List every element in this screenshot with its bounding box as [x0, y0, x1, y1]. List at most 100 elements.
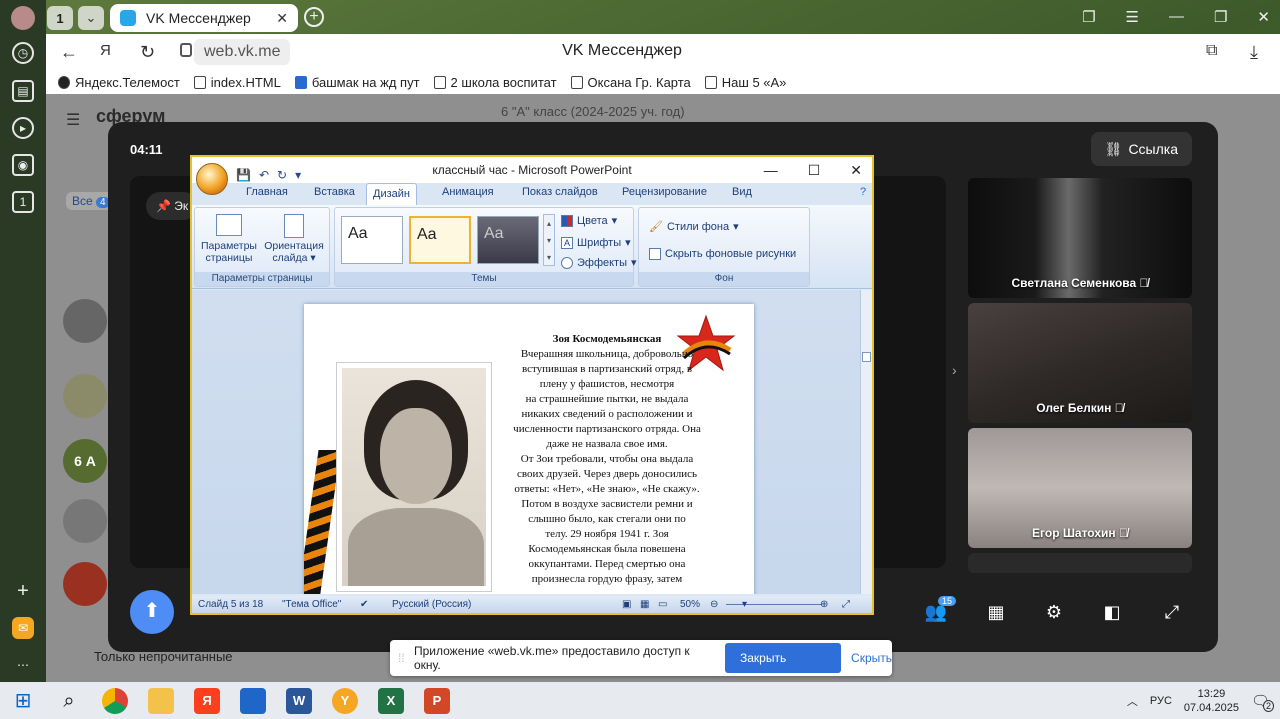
- normal-view-icon[interactable]: ▣: [622, 599, 631, 610]
- minimize-icon[interactable]: —: [1169, 8, 1184, 26]
- language[interactable]: Русский (Россия): [392, 599, 471, 610]
- hide-background-checkbox[interactable]: Скрыть фоновые рисунки: [649, 248, 796, 260]
- menu-icon[interactable]: ☰: [66, 110, 80, 130]
- yandex-icon[interactable]: Я: [100, 42, 111, 59]
- tab-design[interactable]: Дизайн: [366, 183, 417, 205]
- powerpoint-icon[interactable]: P: [424, 688, 450, 714]
- collections-icon[interactable]: ▤: [12, 80, 34, 102]
- back-icon[interactable]: ←: [60, 42, 78, 63]
- tab-animation[interactable]: Анимация: [442, 186, 494, 198]
- theme-item-selected[interactable]: Aa: [409, 216, 471, 264]
- bookmark-item[interactable]: башмак на жд пут: [294, 75, 420, 90]
- zoom-level[interactable]: 50%: [680, 599, 700, 610]
- chat-avatar[interactable]: [63, 499, 107, 543]
- hide-notification-button[interactable]: Скрыть: [851, 651, 892, 665]
- slide[interactable]: Зоя Космодемьянская Вчерашняя школьница,…: [304, 304, 754, 594]
- effects-button[interactable]: Эффекты ▾: [561, 256, 637, 269]
- drag-handle-icon[interactable]: ⁞⁞: [398, 651, 405, 665]
- slideshow-view-icon[interactable]: ▭: [658, 599, 667, 610]
- close-tab-icon[interactable]: ✕: [276, 10, 288, 27]
- fullscreen-icon[interactable]: ⤢: [1158, 598, 1186, 626]
- minimize-icon[interactable]: —: [764, 157, 778, 183]
- zoom-slider-thumb[interactable]: ▾: [742, 599, 747, 610]
- help-icon[interactable]: ?: [860, 186, 866, 198]
- bookmark-panel-icon[interactable]: ❐: [1082, 8, 1095, 26]
- link-button[interactable]: ⛓ Ссылка: [1090, 132, 1192, 166]
- history-icon[interactable]: ◷: [12, 42, 34, 64]
- add-icon[interactable]: +: [12, 580, 34, 602]
- address-bar[interactable]: web.vk.me VK Мессенджер: [172, 39, 1232, 65]
- extensions-icon[interactable]: ⧉: [1206, 42, 1217, 60]
- screen-share-button[interactable]: ⬆: [130, 590, 174, 634]
- camera-icon[interactable]: ◉: [12, 154, 34, 176]
- background-styles-button[interactable]: 🖌 Стили фона ▾: [649, 220, 739, 234]
- zoom-in-icon[interactable]: ⊕: [820, 599, 828, 610]
- chevron-down-icon[interactable]: ⌄: [78, 6, 104, 30]
- bookmark-item[interactable]: 2 школа воспитат: [433, 75, 557, 90]
- tab-view[interactable]: Вид: [732, 186, 752, 198]
- clock[interactable]: 13:29 07.04.2025: [1184, 687, 1239, 715]
- zoom-slider[interactable]: [726, 604, 822, 605]
- settings-icon[interactable]: ⚙: [1040, 598, 1068, 626]
- theme-item[interactable]: Aa: [341, 216, 403, 264]
- search-icon[interactable]: ⌕: [56, 688, 82, 714]
- scroll-thumb[interactable]: [862, 352, 871, 362]
- excel-icon[interactable]: X: [378, 688, 404, 714]
- more-icon[interactable]: ⋯: [12, 654, 34, 676]
- close-icon[interactable]: ✕: [1257, 8, 1270, 26]
- profile-avatar[interactable]: [11, 6, 35, 30]
- pip-icon[interactable]: ◧: [1098, 598, 1126, 626]
- tab-slideshow[interactable]: Показ слайдов: [522, 186, 598, 198]
- stop-sharing-button[interactable]: Закрыть доступ: [725, 643, 842, 695]
- participant-tile[interactable]: [968, 553, 1192, 573]
- bookmark-item[interactable]: Оксана Гр. Карта: [570, 75, 691, 90]
- chat-avatar[interactable]: [63, 299, 107, 343]
- participant-tile[interactable]: Светлана Семенкова 🎙̸: [968, 178, 1192, 298]
- chat-avatar[interactable]: 6 А: [63, 439, 107, 483]
- tray-overflow-icon[interactable]: ︿: [1127, 693, 1138, 709]
- fit-window-icon[interactable]: ⤢: [842, 599, 850, 610]
- bookmark-item[interactable]: Наш 5 «А»: [704, 75, 786, 90]
- play-icon[interactable]: ▸: [12, 117, 34, 139]
- tab-review[interactable]: Рецензирование: [622, 186, 707, 198]
- tab-vk[interactable]: VK Мессенджер ✕: [110, 4, 298, 32]
- sorter-view-icon[interactable]: ▦: [640, 599, 649, 610]
- notifications-icon[interactable]: 🗨 2: [1251, 692, 1274, 712]
- spellcheck-icon[interactable]: ✔: [360, 599, 368, 610]
- store-icon[interactable]: [240, 688, 266, 714]
- new-tab-icon[interactable]: +: [304, 7, 324, 27]
- download-icon[interactable]: ⤓: [1250, 42, 1258, 63]
- maximize-icon[interactable]: ☐: [808, 157, 821, 183]
- vertical-scrollbar[interactable]: [860, 290, 872, 594]
- page-setup-button[interactable]: Параметры страницы: [199, 214, 259, 264]
- tab-counter[interactable]: 1: [47, 6, 73, 30]
- participant-tile[interactable]: Егор Шатохин 🎙̸: [968, 428, 1192, 548]
- chat-avatar[interactable]: [63, 374, 107, 418]
- reload-icon[interactable]: ↻: [140, 42, 155, 63]
- tab-one-icon[interactable]: 1: [12, 191, 34, 213]
- participant-tile[interactable]: Олег Белкин 🎙̸: [968, 303, 1192, 423]
- theme-scroll[interactable]: ▴ ▾ ▾: [543, 214, 555, 266]
- yandex-browser-icon[interactable]: Y: [332, 688, 358, 714]
- menu-icon[interactable]: ☰: [1126, 8, 1139, 26]
- slide-orientation-button[interactable]: Ориентация слайда ▾: [261, 214, 327, 264]
- tab-insert[interactable]: Вставка: [314, 186, 355, 198]
- chrome-icon[interactable]: [102, 688, 128, 714]
- zoom-out-icon[interactable]: ⊖: [710, 599, 718, 610]
- fonts-button[interactable]: A Шрифты ▾: [561, 236, 631, 249]
- grid-layout-icon[interactable]: ▦: [982, 598, 1010, 626]
- bookmark-item[interactable]: Яндекс.Телемост: [58, 75, 180, 90]
- chat-avatar[interactable]: [63, 562, 107, 606]
- yandex-icon[interactable]: Я: [194, 688, 220, 714]
- restore-icon[interactable]: ❐: [1214, 8, 1227, 26]
- tab-home[interactable]: Главная: [246, 186, 288, 198]
- word-icon[interactable]: W: [286, 688, 312, 714]
- start-icon[interactable]: ⊞: [10, 688, 36, 714]
- input-language[interactable]: РУС: [1150, 695, 1172, 707]
- mail-icon[interactable]: ✉: [12, 617, 34, 639]
- explorer-icon[interactable]: [148, 688, 174, 714]
- chevron-right-icon[interactable]: ›: [952, 362, 957, 378]
- bookmark-item[interactable]: index.HTML: [193, 75, 281, 90]
- close-icon[interactable]: ✕: [850, 157, 862, 183]
- theme-item[interactable]: Aa: [477, 216, 539, 264]
